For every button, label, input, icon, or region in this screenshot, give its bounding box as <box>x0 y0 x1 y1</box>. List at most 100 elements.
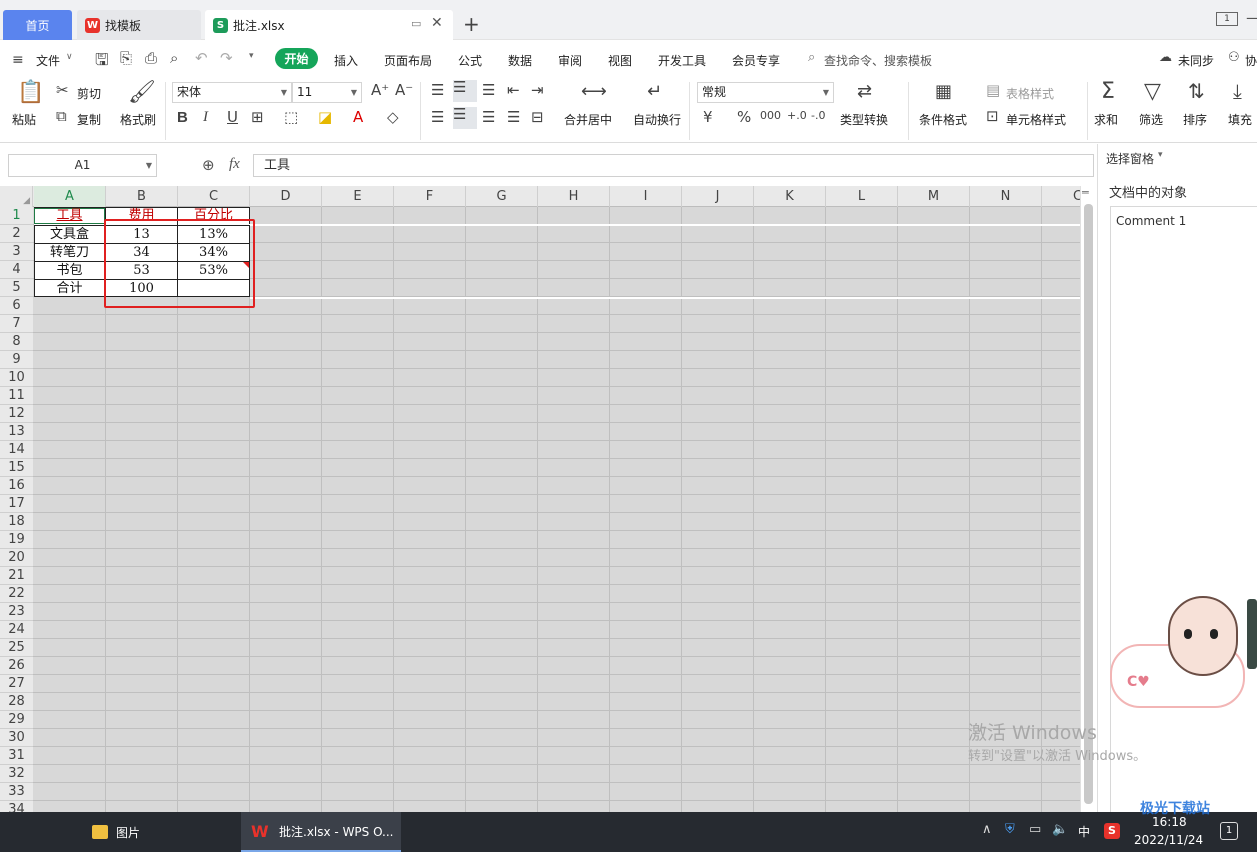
currency-icon[interactable]: ¥ <box>703 110 713 125</box>
export-pdf-icon[interactable]: ⎘ <box>120 49 132 67</box>
fill-color-icon[interactable]: ◪ <box>318 110 332 125</box>
row-header[interactable]: 30 <box>0 729 33 747</box>
align-middle-icon[interactable]: ☰ <box>453 80 477 102</box>
remove-decimal-icon[interactable]: -.0 <box>811 110 825 121</box>
column-header[interactable]: L <box>826 186 898 207</box>
table-cell[interactable]: 转笔刀 <box>34 244 105 262</box>
row-header[interactable]: 19 <box>0 531 33 549</box>
table-style-button[interactable]: 表格样式 <box>1006 85 1054 102</box>
row-header[interactable]: 27 <box>0 675 33 693</box>
paste-icon[interactable]: 📋 <box>17 82 44 104</box>
hamburger-icon[interactable]: ≡ <box>12 52 24 68</box>
menu-view[interactable]: 视图 <box>608 52 632 69</box>
ime-indicator[interactable]: 中 <box>1078 823 1090 840</box>
row-header[interactable]: 11 <box>0 387 33 405</box>
row-header[interactable]: 8 <box>0 333 33 351</box>
row-header[interactable]: 26 <box>0 657 33 675</box>
row-header[interactable]: 31 <box>0 747 33 765</box>
network-icon[interactable]: ▭ <box>1029 822 1041 837</box>
column-header[interactable]: K <box>754 186 826 207</box>
increase-indent-icon[interactable]: ⇥ <box>531 83 544 98</box>
tab-home[interactable]: 首页 <box>3 10 72 40</box>
font-name-select[interactable]: 宋体 ▼ <box>172 82 292 103</box>
row-header[interactable]: 23 <box>0 603 33 621</box>
table-cell[interactable]: 文具盒 <box>34 226 105 244</box>
conditional-format-button[interactable]: 条件格式 <box>919 111 967 128</box>
italic-button[interactable]: I <box>203 110 208 125</box>
paste-button[interactable]: 粘贴 <box>12 111 36 128</box>
menu-file[interactable]: 文件 <box>36 52 60 69</box>
split-handle-icon[interactable]: ═ <box>1082 186 1089 199</box>
column-header[interactable]: D <box>250 186 322 207</box>
taskbar-wps[interactable]: W 批注.xlsx - WPS O... <box>241 812 401 852</box>
wrap-text-button[interactable]: 自动换行 <box>633 111 681 128</box>
row-header[interactable]: 20 <box>0 549 33 567</box>
row-header[interactable]: 9 <box>0 351 33 369</box>
fill-icon[interactable]: ⤓ <box>1233 81 1242 101</box>
sort-icon[interactable]: ⇅ <box>1188 81 1205 101</box>
column-header[interactable]: B <box>106 186 178 207</box>
merge-center-button[interactable]: 合并居中 <box>564 111 612 128</box>
row-header[interactable]: 2 <box>0 225 33 243</box>
sync-status[interactable]: 未同步 <box>1178 52 1214 69</box>
column-header[interactable]: M <box>898 186 970 207</box>
row-header[interactable]: 3 <box>0 243 33 261</box>
clear-format-icon[interactable]: ◇ <box>387 110 399 125</box>
column-header[interactable]: A <box>34 186 106 207</box>
save-icon[interactable]: 🖫 <box>95 49 109 76</box>
row-header[interactable]: 13 <box>0 423 33 441</box>
row-header[interactable]: 18 <box>0 513 33 531</box>
add-decimal-icon[interactable]: +.0 <box>787 110 807 121</box>
row-header[interactable]: 17 <box>0 495 33 513</box>
align-top-icon[interactable]: ☰ <box>431 83 444 98</box>
row-header[interactable]: 28 <box>0 693 33 711</box>
input-method-icon[interactable]: S <box>1104 823 1120 839</box>
menu-member[interactable]: 会员专享 <box>732 52 780 69</box>
column-header[interactable]: C <box>1042 186 1080 207</box>
row-header[interactable]: 7 <box>0 315 33 333</box>
menu-developer[interactable]: 开发工具 <box>658 52 706 69</box>
decrease-font-icon[interactable]: A⁻ <box>395 83 413 98</box>
column-header[interactable]: E <box>322 186 394 207</box>
print-preview-icon[interactable]: ⌕ <box>170 49 178 67</box>
row-header[interactable]: 5 <box>0 279 33 297</box>
number-format-select[interactable]: 常规 ▼ <box>697 82 834 103</box>
row-header[interactable]: 16 <box>0 477 33 495</box>
filter-button[interactable]: 筛选 <box>1139 111 1163 128</box>
menu-start[interactable]: 开始 <box>275 48 318 69</box>
merge-center-icon[interactable]: ⟷ <box>581 83 607 101</box>
increase-font-icon[interactable]: A⁺ <box>371 83 389 98</box>
border-icon[interactable]: ⊞ <box>251 110 264 125</box>
menu-data[interactable]: 数据 <box>508 52 532 69</box>
wrap-text-icon[interactable]: ↵ <box>647 83 662 101</box>
fx-icon[interactable]: fx <box>229 156 240 173</box>
menu-insert[interactable]: 插入 <box>334 52 358 69</box>
collab-button[interactable]: 协 <box>1245 52 1257 69</box>
select-all-corner[interactable]: ◢ <box>0 186 33 207</box>
decrease-indent-icon[interactable]: ⇤ <box>507 83 520 98</box>
menu-formula[interactable]: 公式 <box>458 52 482 69</box>
customize-toolbar-icon[interactable]: ▾ <box>249 51 254 61</box>
font-color-icon[interactable]: A <box>353 110 363 125</box>
sort-button[interactable]: 排序 <box>1183 111 1207 128</box>
copy-button[interactable]: 复制 <box>77 111 101 128</box>
row-header[interactable]: 22 <box>0 585 33 603</box>
column-header[interactable]: N <box>970 186 1042 207</box>
tray-chevron-icon[interactable]: ∧ <box>982 822 992 837</box>
table-cell[interactable]: 书包 <box>34 262 105 280</box>
scroll-thumb[interactable] <box>1084 204 1093 804</box>
percent-icon[interactable]: % <box>737 110 751 125</box>
align-right-icon[interactable]: ☰ <box>482 110 495 125</box>
row-header[interactable]: 33 <box>0 783 33 801</box>
new-tab-icon[interactable]: + <box>463 12 480 36</box>
name-box[interactable]: A1 ▼ <box>8 154 157 177</box>
row-header[interactable]: 21 <box>0 567 33 585</box>
column-header[interactable]: H <box>538 186 610 207</box>
sum-icon[interactable]: Σ <box>1101 81 1115 103</box>
tab-template[interactable]: W 找模板 <box>77 10 201 40</box>
print-icon[interactable]: ⎙ <box>145 49 157 67</box>
row-header[interactable]: 25 <box>0 639 33 657</box>
row-header[interactable]: 15 <box>0 459 33 477</box>
close-tab-icon[interactable]: ✕ <box>431 15 443 31</box>
underline-button[interactable]: U <box>227 110 238 125</box>
